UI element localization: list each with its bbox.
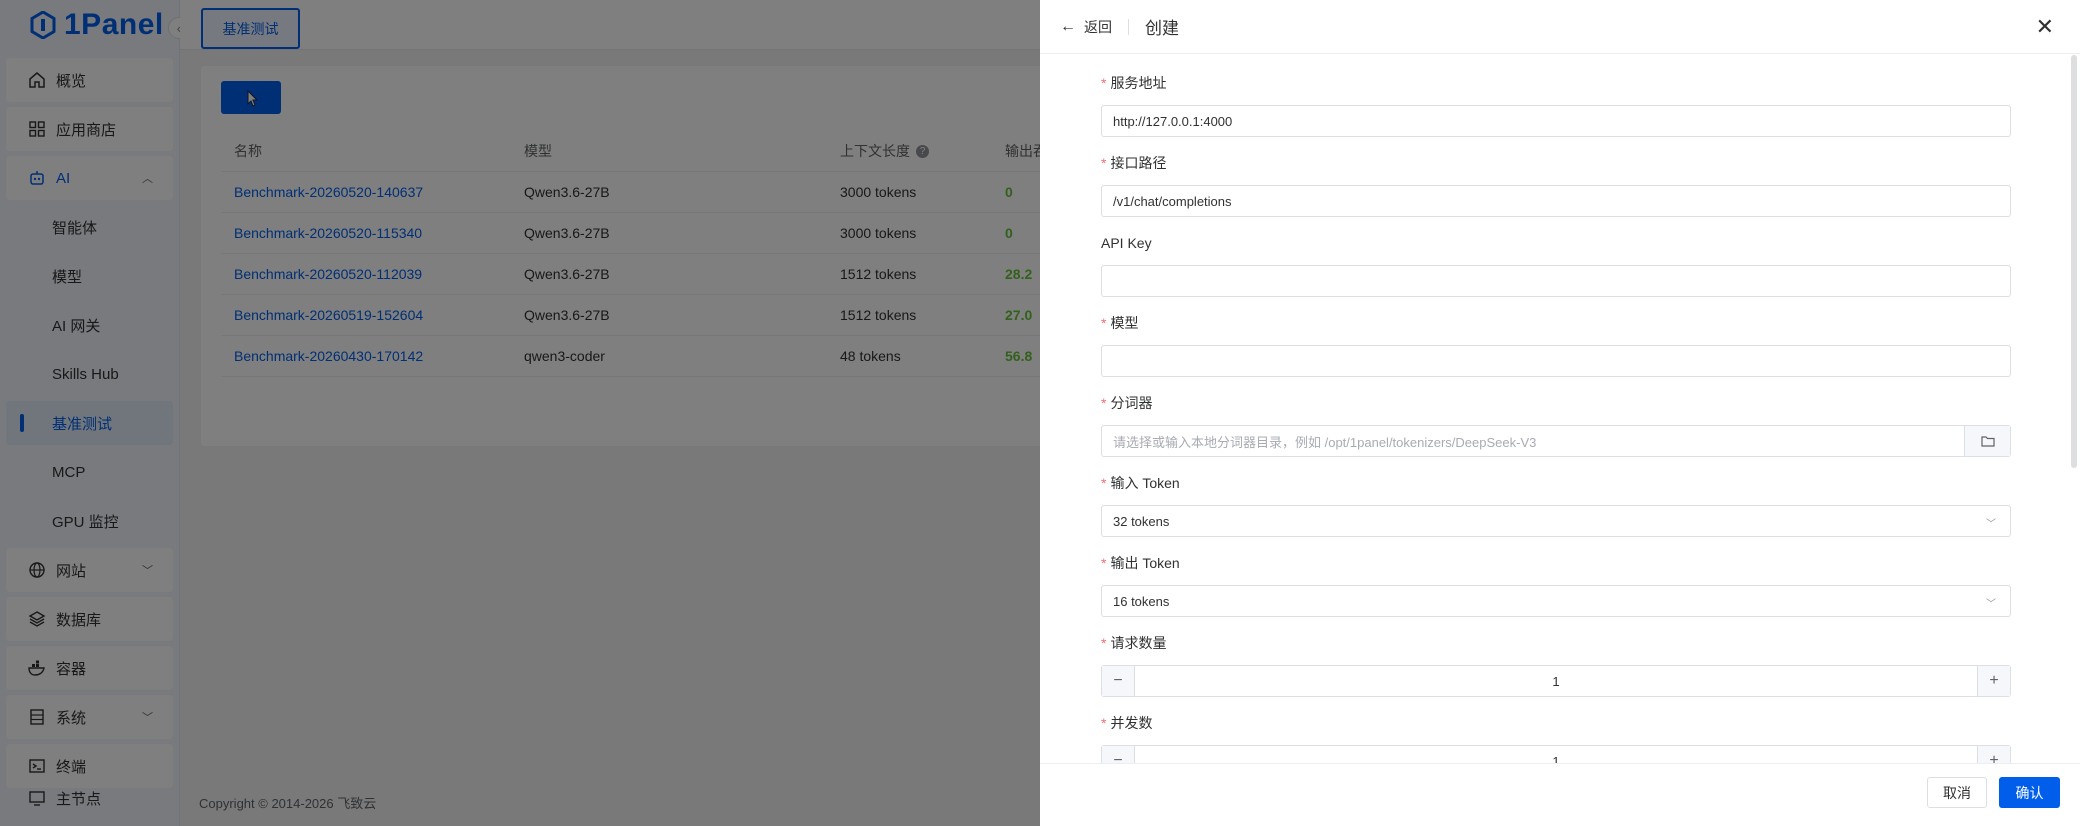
chevron-down-icon: ﹀ bbox=[1986, 599, 1996, 610]
decrement-button[interactable]: − bbox=[1102, 746, 1135, 763]
close-icon[interactable]: ✕ bbox=[2036, 14, 2054, 40]
back-button[interactable]: ← 返回 bbox=[1060, 17, 1112, 37]
api-key-input[interactable] bbox=[1101, 265, 2011, 297]
field-label: * 接口路径 bbox=[1101, 153, 2011, 173]
input-token-select[interactable]: 32 tokens ﹀ bbox=[1101, 505, 2011, 537]
output-token-select[interactable]: 16 tokens ﹀ bbox=[1101, 585, 2011, 617]
tokenizer-input[interactable]: 请选择或输入本地分词器目录，例如 /opt/1panel/tokenizers/… bbox=[1101, 425, 2011, 457]
field-label: * 并发数 bbox=[1101, 713, 2011, 733]
confirm-button[interactable]: 确认 bbox=[1999, 777, 2060, 808]
service-address-input[interactable]: http://127.0.0.1:4000 bbox=[1101, 105, 2011, 137]
form-item-api-key: API Key bbox=[1101, 233, 2011, 297]
arrow-left-icon: ← bbox=[1060, 17, 1076, 35]
required-mark: * bbox=[1101, 75, 1107, 91]
concurrency-stepper: − 1 + bbox=[1101, 745, 2011, 763]
create-drawer: ← 返回 创建 ✕ * 服务地址 http://127.0.0.1:4000 * 接… bbox=[1040, 0, 2080, 826]
required-mark: * bbox=[1101, 155, 1107, 171]
required-mark: * bbox=[1101, 395, 1107, 411]
model-input[interactable] bbox=[1101, 345, 2011, 377]
header-divider bbox=[1128, 18, 1129, 35]
field-label-text: 请求数量 bbox=[1110, 635, 1167, 651]
required-mark: * bbox=[1101, 315, 1107, 331]
field-label-text: 服务地址 bbox=[1110, 75, 1167, 91]
required-mark: * bbox=[1101, 635, 1107, 651]
field-label: * 输入 Token bbox=[1101, 473, 2011, 493]
concurrency-value[interactable]: 1 bbox=[1135, 754, 2010, 764]
field-label: * 输出 Token bbox=[1101, 553, 2011, 573]
drawer-header: ← 返回 创建 ✕ bbox=[1040, 0, 2080, 54]
api-path-input[interactable]: /v1/chat/completions bbox=[1101, 185, 2011, 217]
decrement-button[interactable]: − bbox=[1102, 666, 1135, 696]
back-label: 返回 bbox=[1084, 18, 1112, 35]
form-item-service-address: * 服务地址 http://127.0.0.1:4000 bbox=[1101, 73, 2011, 137]
folder-browse-button[interactable] bbox=[1964, 426, 2010, 456]
cancel-button[interactable]: 取消 bbox=[1927, 777, 1987, 808]
output-token-value: 16 tokens bbox=[1113, 593, 1170, 609]
drawer-form: * 服务地址 http://127.0.0.1:4000 * 接口路径 /v1/ch… bbox=[1040, 55, 2070, 763]
drawer-title: 创建 bbox=[1145, 19, 1179, 38]
field-label-text: 接口路径 bbox=[1110, 155, 1167, 171]
modal-overlay[interactable] bbox=[0, 0, 1040, 826]
folder-icon bbox=[1980, 436, 1995, 447]
form-item-request-count: * 请求数量 − 1 + bbox=[1101, 633, 2011, 697]
field-label: * 服务地址 bbox=[1101, 73, 2011, 93]
required-mark: * bbox=[1101, 715, 1107, 731]
field-label-text: 输出 Token bbox=[1110, 555, 1180, 571]
form-item-api-path: * 接口路径 /v1/chat/completions bbox=[1101, 153, 2011, 217]
request-count-value[interactable]: 1 bbox=[1135, 674, 2010, 689]
form-item-concurrency: * 并发数 − 1 + bbox=[1101, 713, 2011, 763]
field-label: API Key bbox=[1101, 233, 2011, 253]
drawer-scrollbar[interactable] bbox=[2071, 55, 2077, 468]
form-item-tokenizer: * 分词器 请选择或输入本地分词器目录，例如 /opt/1panel/tokeni… bbox=[1101, 393, 2011, 457]
required-mark: * bbox=[1101, 555, 1107, 571]
tokenizer-placeholder: 请选择或输入本地分词器目录，例如 /opt/1panel/tokenizers/… bbox=[1113, 434, 1537, 450]
form-item-output-token: * 输出 Token 16 tokens ﹀ bbox=[1101, 553, 2011, 617]
increment-button[interactable]: + bbox=[1977, 666, 2010, 696]
drawer-footer: 取消 确认 bbox=[1040, 763, 2080, 826]
field-label-text: API Key bbox=[1101, 235, 1152, 251]
field-label: * 分词器 bbox=[1101, 393, 2011, 413]
form-item-input-token: * 输入 Token 32 tokens ﹀ bbox=[1101, 473, 2011, 537]
field-label-text: 模型 bbox=[1110, 315, 1139, 331]
field-label-text: 分词器 bbox=[1110, 395, 1153, 411]
input-token-value: 32 tokens bbox=[1113, 513, 1170, 529]
field-label-text: 输入 Token bbox=[1110, 475, 1180, 491]
field-label-text: 并发数 bbox=[1110, 715, 1153, 731]
form-item-model: * 模型 bbox=[1101, 313, 2011, 377]
request-count-stepper: − 1 + bbox=[1101, 665, 2011, 697]
chevron-down-icon: ﹀ bbox=[1986, 519, 1996, 530]
field-label: * 模型 bbox=[1101, 313, 2011, 333]
required-mark: * bbox=[1101, 475, 1107, 491]
increment-button[interactable]: + bbox=[1977, 746, 2010, 763]
field-label: * 请求数量 bbox=[1101, 633, 2011, 653]
